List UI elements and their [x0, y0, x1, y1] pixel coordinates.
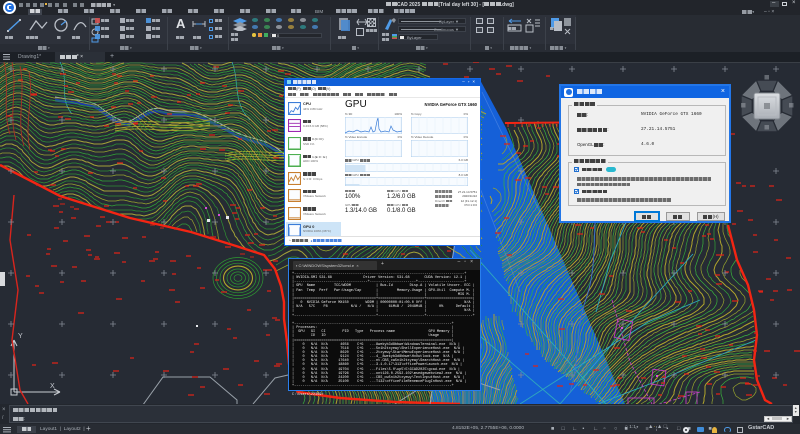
svg-text:X: X	[50, 383, 55, 390]
svg-text:Y: Y	[18, 333, 23, 340]
